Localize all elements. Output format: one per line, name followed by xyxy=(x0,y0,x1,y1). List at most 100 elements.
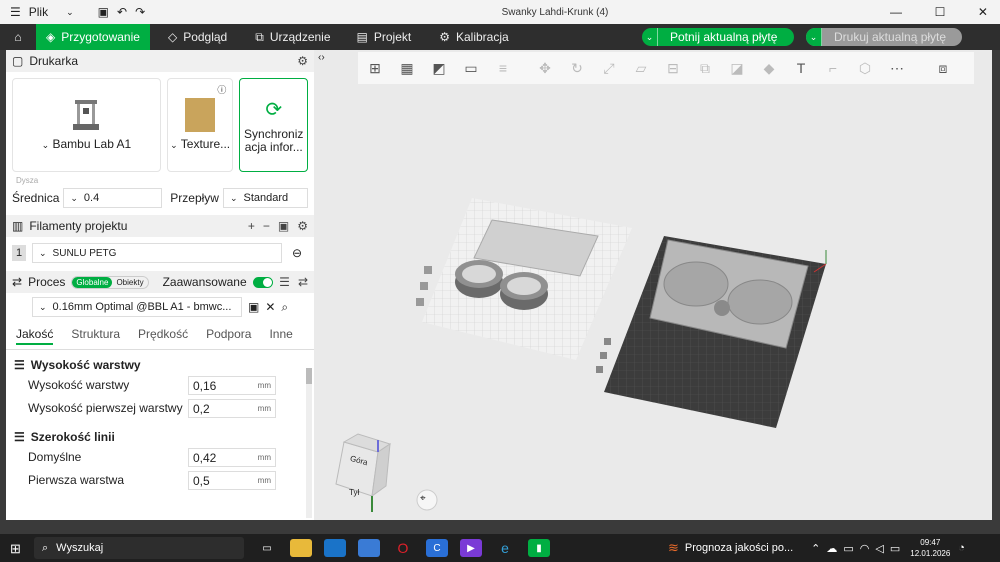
filament-select[interactable]: ⌄ SUNLU PETG xyxy=(32,243,282,263)
bambu-studio-icon[interactable]: ▮ xyxy=(528,539,550,557)
param-row: Wysokość pierwszej warstwy 0,2 mm xyxy=(6,397,314,420)
filament-name: SUNLU PETG xyxy=(52,247,117,259)
minimize-icon[interactable]: — xyxy=(890,5,902,19)
start-icon[interactable]: ⊞ xyxy=(10,541,21,557)
device-icon: ⧉ xyxy=(255,29,264,44)
redo-icon[interactable]: ↷ xyxy=(135,5,145,19)
mode-objects[interactable]: Obiekty xyxy=(112,277,147,288)
print-button[interactable]: ⌄ Drukuj aktualną płytę xyxy=(806,28,962,46)
info-icon[interactable]: ⓘ xyxy=(217,83,226,96)
weather-icon[interactable]: ≋ xyxy=(668,540,679,556)
media-app-icon[interactable]: ▶ xyxy=(460,539,482,557)
compare-icon[interactable]: ⇄ xyxy=(298,275,308,289)
sync-button[interactable]: ⟳ Synchroniz acja infor... xyxy=(239,78,308,172)
tab-device[interactable]: ⧉ Urządzenie xyxy=(245,24,340,50)
advanced-label: Zaawansowane xyxy=(162,275,247,289)
param-row: Domyślne 0,42 mm xyxy=(6,446,314,469)
flow-select[interactable]: ⌄ Standard xyxy=(222,188,308,208)
param-value: 0,16 xyxy=(193,378,217,393)
mail-icon[interactable] xyxy=(324,539,346,557)
opera-icon[interactable]: O xyxy=(392,539,414,557)
close-icon[interactable]: ✕ xyxy=(978,5,988,19)
gear-icon[interactable]: ⚙ xyxy=(297,54,308,68)
weather-text[interactable]: Prognoza jakości po... xyxy=(685,542,793,554)
tab-prepare[interactable]: ◈ Przygotowanie xyxy=(36,24,150,50)
advanced-toggle[interactable] xyxy=(252,276,273,288)
plate-select[interactable]: ⓘ ⌄ Texture... xyxy=(166,78,234,172)
list-icon[interactable]: ☰ xyxy=(279,275,290,289)
clock[interactable]: 09:47 12.01.2026 xyxy=(910,537,950,559)
filament-icon: ▥ xyxy=(12,219,24,233)
param-row: Wysokość warstwy 0,16 mm xyxy=(6,374,314,397)
param-input[interactable]: 0,16 mm xyxy=(188,376,276,395)
display-icon[interactable]: ▭ xyxy=(843,542,853,555)
3d-viewport[interactable]: ‹› ⊞ ▦ ◩ ▭ ≡ ✥ ↻ ⤢ ▱ ⊟ ⧉ ◪ ◆ T ⌐ ⬡ ⋯ ⧈ G… xyxy=(314,50,992,520)
title-left: ☰ Plik ⌄ ▣ ↶ ↷ xyxy=(0,5,220,19)
printer-select[interactable]: ⌄ Bambu Lab A1 xyxy=(12,78,161,172)
chevron-down-icon[interactable]: ⌄ xyxy=(806,28,822,46)
add-icon[interactable]: + xyxy=(248,219,255,233)
battery-icon[interactable]: ▭ xyxy=(890,542,900,555)
edit-icon[interactable]: ▣ xyxy=(278,219,289,233)
undo-icon[interactable]: ↶ xyxy=(117,5,127,19)
more-icon[interactable]: ⊖ xyxy=(292,246,302,260)
volume-icon[interactable]: ◁ xyxy=(875,542,883,555)
tab-strength[interactable]: Struktura xyxy=(71,327,120,345)
param-unit: mm xyxy=(257,404,271,413)
tab-speed[interactable]: Prędkość xyxy=(138,327,188,345)
param-name: Domyślne xyxy=(28,450,82,464)
settings-panel: ▢ Drukarka ⚙ ⌄ Bambu Lab A1 ⓘ ⌄ Texture.… xyxy=(6,50,314,520)
filament-index[interactable]: 1 xyxy=(12,245,26,261)
tab-other[interactable]: Inne xyxy=(269,327,292,345)
mode-global[interactable]: Globalne xyxy=(72,276,113,288)
param-input[interactable]: 0,5 mm xyxy=(188,471,276,490)
remove-icon[interactable]: − xyxy=(263,219,270,233)
tab-preview[interactable]: ◇ Podgląd xyxy=(158,24,237,50)
diameter-select[interactable]: ⌄ 0.4 xyxy=(63,188,163,208)
scene xyxy=(335,198,827,512)
layers-icon: ◇ xyxy=(167,30,178,44)
wifi-icon[interactable]: ◠ xyxy=(860,542,870,555)
cursor-app-icon[interactable]: C xyxy=(426,539,448,557)
filament-item: 1 ⌄ SUNLU PETG ⊖ xyxy=(6,237,314,269)
param-input[interactable]: 0,42 mm xyxy=(188,448,276,467)
mode-switch[interactable]: Globalne Obiekty xyxy=(71,275,149,289)
search-input[interactable]: ⌕ Wyszukaj xyxy=(34,537,244,559)
flow-label: Przepływ xyxy=(170,191,219,205)
tab-quality[interactable]: Jakość xyxy=(16,327,54,345)
view-cube-front-label[interactable]: Tył xyxy=(349,488,359,497)
close-icon[interactable]: ✕ xyxy=(265,300,275,314)
tab-support[interactable]: Podpora xyxy=(206,327,251,345)
param-input[interactable]: 0,2 mm xyxy=(188,399,276,418)
profile-row: ⌄ 0.16mm Optimal @BBL A1 - bmwc... ▣ ✕ ⌕ xyxy=(6,293,314,319)
layers-icon: ☰ xyxy=(14,358,25,372)
param-name: Pierwsza warstwa xyxy=(28,473,125,487)
tab-project[interactable]: ▤ Projekt xyxy=(347,24,422,50)
maximize-icon[interactable]: ☐ xyxy=(935,5,946,19)
store-icon[interactable] xyxy=(358,539,380,557)
fit-view-icon[interactable]: ⌖ xyxy=(420,493,426,504)
menu-label[interactable]: Plik xyxy=(29,5,48,19)
edge-icon[interactable]: e xyxy=(494,539,516,557)
search-icon[interactable]: ⌕ xyxy=(281,300,288,315)
save-icon[interactable]: ▣ xyxy=(98,5,109,19)
chevron-down-icon[interactable]: ⌄ xyxy=(66,7,74,18)
tab-calibration[interactable]: ⚙ Kalibracja xyxy=(429,24,518,50)
tray-chevron-icon[interactable]: ⌃ xyxy=(811,542,820,555)
nozzle-section-label: Dysza xyxy=(16,176,39,185)
save-icon[interactable]: ▣ xyxy=(248,300,259,314)
profile-select[interactable]: ⌄ 0.16mm Optimal @BBL A1 - bmwc... xyxy=(32,297,242,317)
slice-button[interactable]: ⌄ Potnij aktualną płytę xyxy=(642,28,794,46)
gear-icon[interactable]: ⚙ xyxy=(297,219,308,233)
param-name: Wysokość warstwy xyxy=(28,378,130,392)
tab-label: Podgląd xyxy=(183,30,228,44)
onedrive-icon[interactable]: ☁ xyxy=(826,542,837,555)
process-icon: ⇄ xyxy=(12,275,23,289)
scrollbar[interactable] xyxy=(306,368,312,518)
hamburger-icon[interactable]: ☰ xyxy=(10,5,21,19)
file-explorer-icon[interactable] xyxy=(290,539,312,557)
notifications-icon[interactable]: ◔ xyxy=(958,542,965,554)
chevron-down-icon[interactable]: ⌄ xyxy=(642,28,658,46)
task-view-icon[interactable]: ▭ xyxy=(256,539,278,557)
home-button[interactable]: ⌂ xyxy=(0,24,36,50)
